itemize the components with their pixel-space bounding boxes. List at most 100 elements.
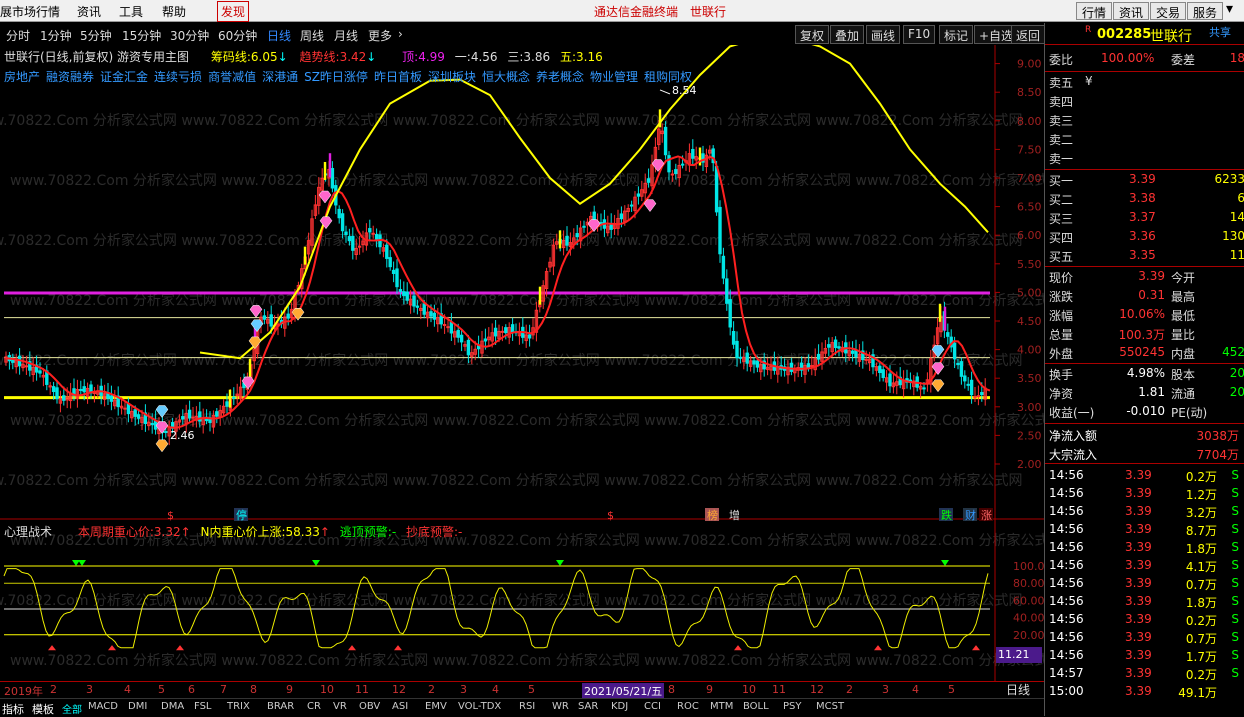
buy-label: 买二 xyxy=(1049,193,1074,207)
period-15m[interactable]: 15分钟 xyxy=(122,27,161,44)
concept-tag[interactable]: SZ昨日涨停 xyxy=(304,70,368,84)
concept-tag[interactable]: 证金汇金 xyxy=(100,70,148,84)
indicator-tab[interactable]: CR xyxy=(307,701,321,712)
candle-body xyxy=(619,213,624,220)
indicator-tab[interactable]: BRAR xyxy=(267,701,294,712)
btn-trade[interactable]: 交易 xyxy=(1150,2,1187,20)
timeframe-label[interactable]: 日线 xyxy=(1006,681,1030,698)
candle-body xyxy=(680,163,685,166)
weibi-value: 100.00% xyxy=(1101,51,1155,65)
concept-tag[interactable]: 商誉减值 xyxy=(208,70,256,84)
menu-tools[interactable]: 工具 xyxy=(119,3,143,20)
limit-up-bar xyxy=(538,286,542,305)
tick-price: 3.39 xyxy=(1125,558,1152,572)
stat-label-2: 最高 xyxy=(1171,290,1196,304)
btn-fuquan[interactable]: 复权 xyxy=(795,25,830,44)
concept-tag[interactable]: 融资融券 xyxy=(46,70,94,84)
concept-tag[interactable]: 连续亏损 xyxy=(154,70,202,84)
up-arrow-icon xyxy=(176,645,184,651)
concept-tag[interactable]: 养老概念 xyxy=(536,70,584,84)
btn-market[interactable]: 行情 xyxy=(1076,2,1113,20)
r-badge: R xyxy=(1085,25,1092,35)
concept-tag[interactable]: 昨日首板 xyxy=(374,70,422,84)
btn-huaxian[interactable]: 画线 xyxy=(866,25,901,44)
period-more[interactable]: 更多 xyxy=(368,27,392,44)
menu-market[interactable]: 展市场行情 xyxy=(0,3,60,20)
btn-f10[interactable]: F10 xyxy=(903,25,936,44)
candle-body xyxy=(347,236,352,242)
stat-value-2: 452 xyxy=(1222,345,1244,359)
buy-volume: 11 xyxy=(1229,248,1244,262)
period-monthly[interactable]: 月线 xyxy=(334,27,358,44)
tab-prefix[interactable]: 模板 xyxy=(32,701,54,717)
candle-body xyxy=(187,409,192,419)
indicator-tab[interactable]: 全部 xyxy=(62,701,82,716)
indicator-tab[interactable]: MTM xyxy=(710,701,733,712)
concept-tag[interactable]: 房地产 xyxy=(4,70,40,84)
indicator-tab[interactable]: TRIX xyxy=(227,701,250,712)
event-marker: 停 xyxy=(236,508,247,522)
candle-body xyxy=(721,255,726,279)
indicator-tab[interactable]: BOLL xyxy=(743,701,769,712)
indicator-tab[interactable]: DMI xyxy=(128,701,147,712)
limit-up-bar xyxy=(323,161,327,180)
concept-tag[interactable]: 深圳板块 xyxy=(428,70,476,84)
tick-price: 3.39 xyxy=(1125,522,1152,536)
period-1m[interactable]: 1分钟 xyxy=(40,27,72,44)
btn-back[interactable]: 返回 xyxy=(1011,25,1046,44)
btn-mark[interactable]: 标记 xyxy=(939,25,974,44)
share-link[interactable]: 共享 xyxy=(1209,24,1231,40)
indicator-tab[interactable]: OBV xyxy=(359,701,380,712)
btn-service[interactable]: 服务 xyxy=(1187,2,1224,20)
period-60m[interactable]: 60分钟 xyxy=(218,27,257,44)
minimize-icon[interactable]: ▾ xyxy=(1226,1,1233,17)
indicator-tab[interactable]: FSL xyxy=(194,701,212,712)
indicator-tab[interactable]: PSY xyxy=(783,701,802,712)
indicator-tab[interactable]: WR xyxy=(552,701,569,712)
indicator-tab[interactable]: VR xyxy=(333,701,347,712)
tick-time: 14:56 xyxy=(1049,648,1084,662)
price-axis-label: 3.50 xyxy=(1017,372,1042,385)
period-daily[interactable]: 日线 xyxy=(267,27,291,44)
indicator-tab[interactable]: KDJ xyxy=(611,701,628,712)
indicator-tab[interactable]: MCST xyxy=(816,701,844,712)
date-label: 6 xyxy=(188,683,195,696)
tick-side: S xyxy=(1231,630,1239,644)
date-label: 3 xyxy=(86,683,93,696)
kline-chart[interactable]: www.70822.Com 分析家公式网 www.70822.Com 分析家公式… xyxy=(0,45,1044,698)
period-5m[interactable]: 5分钟 xyxy=(80,27,112,44)
indicator-tab[interactable]: ASI xyxy=(392,701,408,712)
tick-side: S xyxy=(1231,468,1239,482)
candle-body xyxy=(980,392,984,396)
sub-axis-label: 100.0 xyxy=(1013,560,1044,573)
indicator-tab[interactable]: RSI xyxy=(519,701,535,712)
concept-tag[interactable]: 深港通 xyxy=(262,70,298,84)
candle-body xyxy=(449,321,454,334)
menu-help[interactable]: 帮助 xyxy=(162,3,186,20)
gem-signal-icon xyxy=(155,439,169,453)
tick-volume: 0.2万 xyxy=(1185,470,1217,484)
concept-tag[interactable]: 恒大概念 xyxy=(482,70,530,84)
tick-side: S xyxy=(1231,612,1239,626)
tick-row: 14:56 3.39 1.7万 S xyxy=(1045,647,1244,666)
menu-discover[interactable]: 发现 xyxy=(217,1,250,22)
indicator-tab[interactable]: DMA xyxy=(161,701,184,712)
concept-tag[interactable]: 租购同权 xyxy=(644,70,692,84)
indicator-tab[interactable]: SAR xyxy=(578,701,598,712)
period-fenshi[interactable]: 分时 xyxy=(6,27,30,44)
indicator-tab[interactable]: VOL-TDX xyxy=(458,701,501,712)
candle-body xyxy=(752,360,756,365)
price-axis-label: 6.00 xyxy=(1017,229,1042,242)
tab-prefix[interactable]: 指标 xyxy=(2,701,24,717)
concept-tag[interactable]: 物业管理 xyxy=(590,70,638,84)
more-arrow-icon[interactable]: › xyxy=(398,27,403,41)
menu-news[interactable]: 资讯 xyxy=(77,3,101,20)
indicator-tab[interactable]: MACD xyxy=(88,701,118,712)
indicator-tab[interactable]: EMV xyxy=(425,701,447,712)
period-30m[interactable]: 30分钟 xyxy=(170,27,209,44)
indicator-tab[interactable]: ROC xyxy=(677,701,699,712)
btn-diejia[interactable]: 叠加 xyxy=(830,25,865,44)
indicator-tab[interactable]: CCI xyxy=(644,701,661,712)
period-weekly[interactable]: 周线 xyxy=(300,27,324,44)
btn-news[interactable]: 资讯 xyxy=(1113,2,1150,20)
